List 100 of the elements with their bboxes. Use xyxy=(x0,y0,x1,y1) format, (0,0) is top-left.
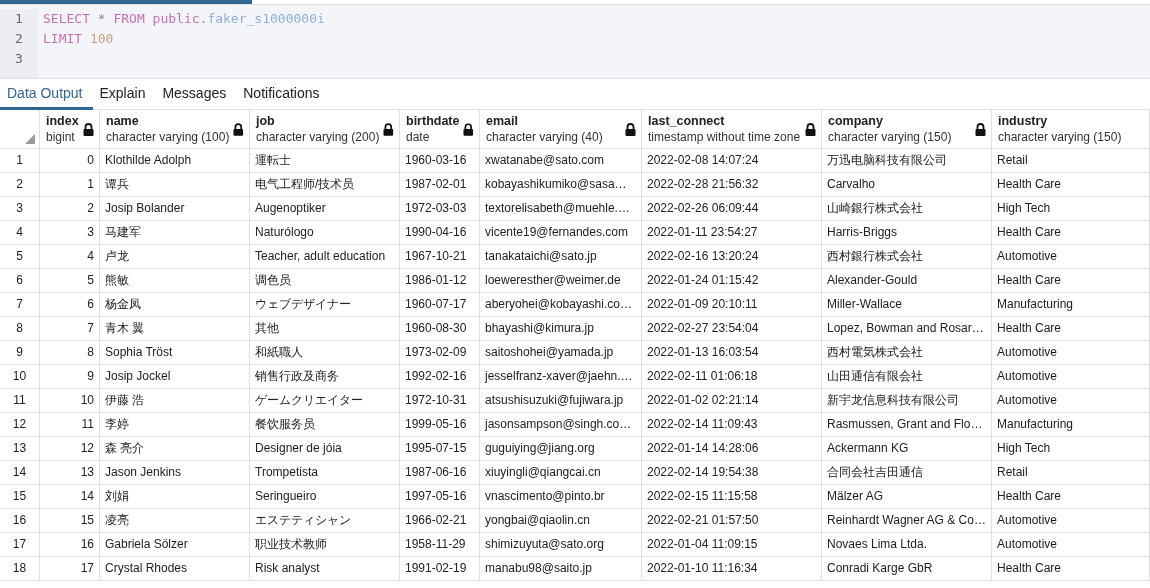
table-cell: 2022-01-04 11:09:15 xyxy=(642,533,822,557)
lock-icon xyxy=(975,122,986,136)
table-cell: 餐饮服务员 xyxy=(250,413,400,437)
table-cell: Alexander-Gould xyxy=(822,269,992,293)
table-cell: Lopez, Bowman and Rosar… xyxy=(822,317,992,341)
column-header[interactable]: job character varying (200) xyxy=(250,110,400,149)
tab[interactable]: Notifications xyxy=(236,79,330,110)
column-header[interactable]: index bigint xyxy=(40,110,100,149)
column-name: name xyxy=(106,113,140,129)
table-cell: Reinhardt Wagner AG & Co… xyxy=(822,509,992,533)
column-header[interactable]: industry character varying (150) xyxy=(992,110,1150,149)
table-cell: 1973-02-09 xyxy=(400,341,480,365)
column-type: character varying (40) xyxy=(486,129,604,145)
table-cell: 1987-02-01 xyxy=(400,173,480,197)
table-cell: Retail xyxy=(992,149,1150,173)
column-name: birthdate xyxy=(406,113,460,129)
table-cell: atsushisuzuki@fujiwara.jp xyxy=(480,389,642,413)
table-cell: 1992-02-16 xyxy=(400,365,480,389)
table-cell: 1972-10-31 xyxy=(400,389,480,413)
row-number: 10 xyxy=(0,365,40,389)
table-cell: 9 xyxy=(40,365,100,389)
column-header[interactable]: email character varying (40) xyxy=(480,110,642,149)
sort-triangle-icon[interactable] xyxy=(25,134,35,144)
column-header[interactable]: company character varying (150) xyxy=(822,110,992,149)
column-header[interactable]: name character varying (100) xyxy=(100,110,250,149)
table-cell: Health Care xyxy=(992,485,1150,509)
table-cell: 7 xyxy=(40,317,100,341)
table-cell: 1991-02-19 xyxy=(400,557,480,581)
row-number: 18 xyxy=(0,557,40,581)
table-cell: 2022-01-09 20:10:11 xyxy=(642,293,822,317)
tab[interactable]: Explain xyxy=(92,79,156,110)
table-cell: 3 xyxy=(40,221,100,245)
table-cell: Automotive xyxy=(992,533,1150,557)
column-header[interactable]: birthdate date xyxy=(400,110,480,149)
table-cell: Carvalho xyxy=(822,173,992,197)
table-cell: 1972-03-03 xyxy=(400,197,480,221)
column-name: last_connect xyxy=(648,113,726,129)
table-cell: manabu98@saito.jp xyxy=(480,557,642,581)
table-cell: Sophia Tröst xyxy=(100,341,250,365)
column-type: bigint xyxy=(46,129,76,145)
code-token: faker_s1000000i xyxy=(207,10,325,28)
table-cell: 1990-04-16 xyxy=(400,221,480,245)
lock-icon xyxy=(233,122,244,136)
table-cell: High Tech xyxy=(992,437,1150,461)
sql-editor[interactable]: 1 2 3 SELECT * FROM public.faker_s1000000i LIMIT 100 xyxy=(0,5,1150,79)
table-cell: 2022-02-21 01:57:50 xyxy=(642,509,822,533)
table-cell: 2022-02-28 21:56:32 xyxy=(642,173,822,197)
table-cell: Miller-Wallace xyxy=(822,293,992,317)
table-cell: Mälzer AG xyxy=(822,485,992,509)
table-cell: 2022-02-26 06:09:44 xyxy=(642,197,822,221)
column-name: company xyxy=(828,113,884,129)
table-cell: 1966-02-21 xyxy=(400,509,480,533)
column-type: date xyxy=(406,129,431,145)
table-cell: 调色员 xyxy=(250,269,400,293)
table-cell: 13 xyxy=(40,461,100,485)
row-number: 12 xyxy=(0,413,40,437)
table-cell: ウェブデザイナー xyxy=(250,293,400,317)
table-cell: 14 xyxy=(40,485,100,509)
table-cell: ゲームクリエイター xyxy=(250,389,400,413)
code-token: * xyxy=(97,10,107,28)
table-cell: Conradi Karge GbR xyxy=(822,557,992,581)
column-name: index xyxy=(46,113,79,129)
table-cell: Teacher, adult education xyxy=(250,245,400,269)
tab[interactable]: Messages xyxy=(155,79,237,110)
table-cell: yongbai@qiaolin.cn xyxy=(480,509,642,533)
table-cell: 2022-02-14 11:09:43 xyxy=(642,413,822,437)
table-cell: 凌亮 xyxy=(100,509,250,533)
table-cell: 1995-07-15 xyxy=(400,437,480,461)
table-cell: Retail xyxy=(992,461,1150,485)
row-number: 6 xyxy=(0,269,40,293)
column-type: timestamp without time zone xyxy=(648,129,801,145)
table-cell: saitoshohei@yamada.jp xyxy=(480,341,642,365)
table-cell: 2022-01-14 14:28:06 xyxy=(642,437,822,461)
table-cell: Rasmussen, Grant and Flo… xyxy=(822,413,992,437)
table-cell: 6 xyxy=(40,293,100,317)
row-number: 2 xyxy=(0,173,40,197)
column-type: character varying (150) xyxy=(998,129,1123,145)
table-cell: Jason Jenkins xyxy=(100,461,250,485)
table-cell: 2022-02-16 13:20:24 xyxy=(642,245,822,269)
table-cell: Health Care xyxy=(992,269,1150,293)
table-cell: shimizuyuta@sato.org xyxy=(480,533,642,557)
column-header[interactable]: last_connect timestamp without time zone xyxy=(642,110,822,149)
table-cell: vnascimento@pinto.br xyxy=(480,485,642,509)
table-cell: Designer de jóia xyxy=(250,437,400,461)
table-cell: jesselfranz-xaver@jaehn.… xyxy=(480,365,642,389)
table-cell: aberyohei@kobayashi.co… xyxy=(480,293,642,317)
table-cell: 万迅电脑科技有限公司 xyxy=(822,149,992,173)
table-cell: xwatanabe@sato.com xyxy=(480,149,642,173)
table-cell: 1997-05-16 xyxy=(400,485,480,509)
row-number: 13 xyxy=(0,437,40,461)
row-number: 8 xyxy=(0,317,40,341)
table-cell: Health Care xyxy=(992,557,1150,581)
tab[interactable]: Data Output xyxy=(0,79,93,110)
table-cell: 山崎銀行株式会社 xyxy=(822,197,992,221)
table-cell: Naturólogo xyxy=(250,221,400,245)
table-cell: 8 xyxy=(40,341,100,365)
table-cell: 1960-03-16 xyxy=(400,149,480,173)
lock-icon xyxy=(463,122,474,136)
table-cell: 運転士 xyxy=(250,149,400,173)
line-number: 2 xyxy=(14,30,24,48)
